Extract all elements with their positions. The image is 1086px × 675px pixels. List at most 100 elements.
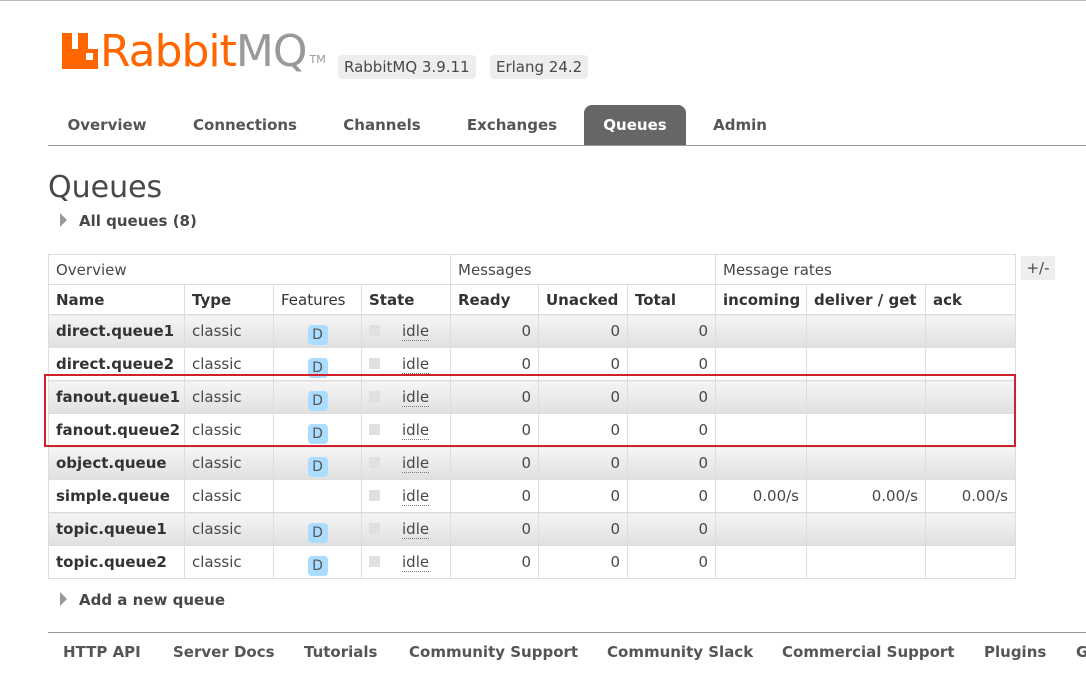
queue-state: idle bbox=[361, 413, 451, 447]
queue-rate-incoming bbox=[715, 314, 808, 348]
queue-total: 0 bbox=[626, 512, 717, 546]
queue-name-link[interactable]: fanout.queue1 bbox=[48, 380, 185, 414]
state-indicator-icon bbox=[369, 391, 380, 402]
queue-rate-deliver-get bbox=[806, 314, 927, 348]
footer-link-commercial-support[interactable]: Commercial Support bbox=[782, 643, 955, 661]
add-new-queue-label: Add a new queue bbox=[79, 591, 226, 609]
queue-name-link[interactable]: topic.queue1 bbox=[48, 512, 185, 546]
queue-rate-ack bbox=[925, 347, 1017, 381]
queue-features: D bbox=[273, 446, 362, 480]
queue-unacked: 0 bbox=[538, 380, 628, 414]
table-row[interactable]: direct.queue1 classic Didle 0 0 0 bbox=[48, 314, 1017, 348]
queue-ready: 0 bbox=[450, 512, 539, 546]
durable-feature-badge: D bbox=[307, 325, 328, 345]
queue-type: classic bbox=[184, 413, 274, 447]
queue-ready: 0 bbox=[450, 380, 539, 414]
footer-link-plugins[interactable]: Plugins bbox=[984, 643, 1046, 661]
queue-name-link[interactable]: direct.queue1 bbox=[48, 314, 185, 348]
durable-feature-badge: D bbox=[307, 424, 328, 444]
durable-feature-badge: D bbox=[307, 391, 328, 411]
state-indicator-icon bbox=[369, 424, 380, 435]
col-ack[interactable]: ack bbox=[925, 284, 1017, 315]
queue-type: classic bbox=[184, 512, 274, 546]
footer-link-community-slack[interactable]: Community Slack bbox=[607, 643, 753, 661]
col-name[interactable]: Name bbox=[48, 284, 185, 315]
footer-link-http-api[interactable]: HTTP API bbox=[63, 643, 141, 661]
footer-link-community-support[interactable]: Community Support bbox=[409, 643, 578, 661]
tab-admin[interactable]: Admin bbox=[698, 105, 782, 145]
queue-ready: 0 bbox=[450, 314, 539, 348]
table-row[interactable]: fanout.queue2 classic Didle 0 0 0 bbox=[48, 413, 1017, 447]
queue-name-link[interactable]: topic.queue2 bbox=[48, 545, 185, 579]
page-title: Queues bbox=[48, 170, 163, 205]
table-row[interactable]: fanout.queue1 classic Didle 0 0 0 bbox=[48, 380, 1017, 414]
queue-total: 0 bbox=[626, 446, 717, 480]
queue-unacked: 0 bbox=[538, 347, 628, 381]
footer-link-server-docs[interactable]: Server Docs bbox=[173, 643, 275, 661]
columns-toggle-button[interactable]: +/- bbox=[1021, 256, 1055, 280]
queue-rate-incoming bbox=[715, 413, 808, 447]
table-row[interactable]: direct.queue2 classic Didle 0 0 0 bbox=[48, 347, 1017, 381]
queue-rate-ack bbox=[925, 512, 1017, 546]
queue-state-text: idle bbox=[402, 520, 430, 539]
table-row[interactable]: topic.queue2 classic Didle 0 0 0 bbox=[48, 545, 1017, 579]
tab-overview[interactable]: Overview bbox=[48, 105, 166, 145]
queue-state-text: idle bbox=[402, 388, 430, 407]
col-deliver-get[interactable]: deliver / get bbox=[806, 284, 927, 315]
queue-state-text: idle bbox=[402, 322, 430, 341]
queue-rate-deliver-get bbox=[806, 512, 927, 546]
queue-rate-ack bbox=[925, 545, 1017, 579]
durable-feature-badge: D bbox=[307, 457, 328, 477]
queue-state: idle bbox=[361, 380, 451, 414]
tab-channels[interactable]: Channels bbox=[322, 105, 442, 145]
add-new-queue-toggle[interactable]: Add a new queue bbox=[60, 591, 225, 609]
table-row[interactable]: object.queue classic Didle 0 0 0 bbox=[48, 446, 1017, 480]
top-border bbox=[0, 0, 1086, 1]
queue-type: classic bbox=[184, 380, 274, 414]
col-ready[interactable]: Ready bbox=[450, 284, 539, 315]
queue-rate-ack bbox=[925, 314, 1017, 348]
queue-name-link[interactable]: fanout.queue2 bbox=[48, 413, 185, 447]
queue-name-link[interactable]: direct.queue2 bbox=[48, 347, 185, 381]
col-state[interactable]: State bbox=[361, 284, 451, 315]
queue-ready: 0 bbox=[450, 545, 539, 579]
queue-state-text: idle bbox=[402, 355, 430, 374]
footer-link-github[interactable]: GitHub bbox=[1076, 643, 1086, 661]
table-row[interactable]: simple.queue classic idle 0 0 0 0.00/s 0.00/s 0.… bbox=[48, 479, 1017, 513]
queue-state-text: idle bbox=[402, 454, 430, 473]
footer-links: HTTP API Server Docs Tutorials Community… bbox=[48, 632, 1086, 675]
col-incoming[interactable]: incoming bbox=[715, 284, 808, 315]
queue-type: classic bbox=[184, 479, 274, 513]
rabbitmq-logo[interactable]: Rabbit MQ TM bbox=[62, 30, 326, 74]
queue-state-text: idle bbox=[402, 487, 430, 506]
col-unacked[interactable]: Unacked bbox=[538, 284, 628, 315]
queue-state: idle bbox=[361, 314, 451, 348]
durable-feature-badge: D bbox=[307, 523, 328, 543]
table-row[interactable]: topic.queue1 classic Didle 0 0 0 bbox=[48, 512, 1017, 546]
queue-rate-deliver-get bbox=[806, 545, 927, 579]
tab-queues[interactable]: Queues bbox=[584, 105, 686, 145]
queue-total: 0 bbox=[626, 413, 717, 447]
queue-features bbox=[273, 479, 362, 513]
queue-rate-deliver-get bbox=[806, 380, 927, 414]
queue-rate-incoming bbox=[715, 512, 808, 546]
queue-total: 0 bbox=[626, 347, 717, 381]
queue-name-link[interactable]: object.queue bbox=[48, 446, 185, 480]
tab-exchanges[interactable]: Exchanges bbox=[450, 105, 574, 145]
queue-features: D bbox=[273, 512, 362, 546]
tab-connections[interactable]: Connections bbox=[176, 105, 314, 145]
col-type[interactable]: Type bbox=[184, 284, 274, 315]
rabbitmq-logo-icon bbox=[62, 33, 98, 69]
durable-feature-badge: D bbox=[307, 556, 328, 576]
col-total[interactable]: Total bbox=[626, 284, 717, 315]
queue-rate-incoming: 0.00/s bbox=[715, 479, 808, 513]
queue-state: idle bbox=[361, 347, 451, 381]
all-queues-toggle[interactable]: All queues (8) bbox=[60, 212, 197, 230]
queue-name-link[interactable]: simple.queue bbox=[48, 479, 185, 513]
col-features: Features bbox=[273, 284, 362, 315]
footer-link-tutorials[interactable]: Tutorials bbox=[304, 643, 377, 661]
queue-state: idle bbox=[361, 545, 451, 579]
queue-rate-incoming bbox=[715, 347, 808, 381]
queue-state: idle bbox=[361, 512, 451, 546]
queue-rate-deliver-get bbox=[806, 413, 927, 447]
